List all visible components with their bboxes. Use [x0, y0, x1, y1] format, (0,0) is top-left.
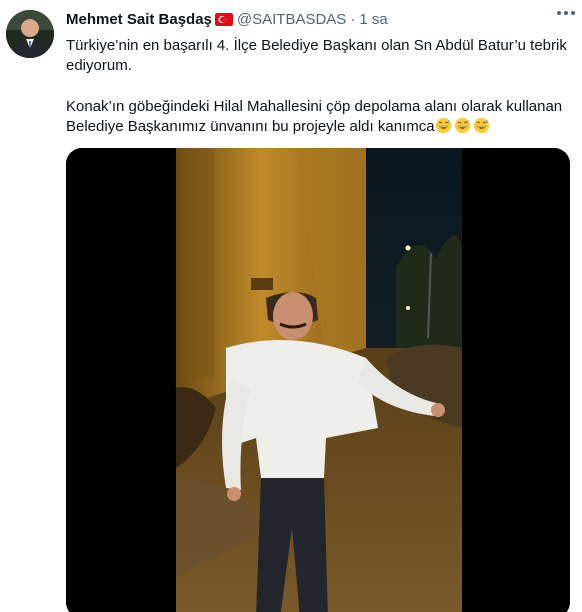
tweet-paragraph-1: Türkiye’nin en başarılı 4. İlçe Belediye… — [66, 37, 567, 74]
grinning-sweat-emoji-icon — [473, 117, 489, 134]
tweet-text: Türkiye’nin en başarılı 4. İlçe Belediye… — [66, 36, 568, 137]
tweet-video[interactable] — [66, 148, 570, 612]
user-handle[interactable]: @SAITBASDAS — [237, 11, 346, 28]
tweet-header: Mehmet Sait Başdaş @SAITBASDAS · 1 sa — [66, 8, 568, 30]
separator-dot: · — [350, 10, 356, 28]
grinning-sweat-emoji-icon — [454, 117, 470, 134]
timestamp[interactable]: 1 sa — [359, 11, 387, 28]
more-options-icon[interactable] — [554, 6, 578, 20]
avatar-image — [6, 10, 54, 58]
tweet-paragraph-2: Konak’ın göbeğindeki Hilal Mahallesini ç… — [66, 97, 568, 137]
video-scene — [176, 148, 462, 612]
emoji-group — [435, 117, 490, 134]
turkey-flag-icon — [214, 12, 233, 26]
tweet-body: Mehmet Sait Başdaş @SAITBASDAS · 1 sa Tü… — [66, 8, 568, 137]
video-frame — [66, 148, 570, 612]
grinning-sweat-emoji-icon — [435, 117, 451, 134]
tweet: Mehmet Sait Başdaş @SAITBASDAS · 1 sa Tü… — [0, 0, 582, 612]
display-name[interactable]: Mehmet Sait Başdaş — [66, 11, 212, 28]
avatar[interactable] — [6, 10, 54, 58]
